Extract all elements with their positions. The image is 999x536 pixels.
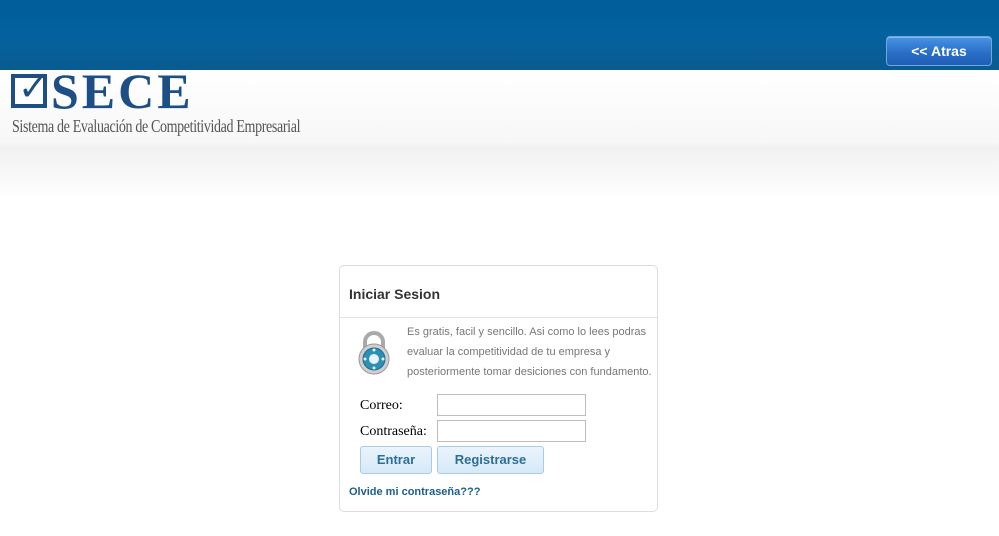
top-bar: << Atras bbox=[0, 0, 999, 70]
checkbox-logo-mark: ✓ bbox=[11, 69, 48, 109]
logo-tagline: Sistema de Evaluación de Competitividad … bbox=[12, 118, 301, 137]
lock-icon bbox=[358, 331, 390, 375]
password-label: Contraseña: bbox=[360, 424, 427, 439]
login-title: Iniciar Sesion bbox=[349, 286, 441, 302]
register-button[interactable]: Registrarse bbox=[437, 446, 544, 474]
intro-text: Es gratis, facil y sencillo. Asi como lo… bbox=[407, 326, 652, 378]
password-field[interactable] bbox=[437, 420, 586, 442]
login-panel: Iniciar Sesion Es gratis, facil y sencil… bbox=[339, 265, 658, 512]
checkmark-icon: ✓ bbox=[18, 68, 49, 109]
back-button[interactable]: << Atras bbox=[886, 36, 992, 66]
forgot-password-link[interactable]: Olvide mi contraseña??? bbox=[349, 486, 480, 498]
login-divider bbox=[340, 317, 657, 318]
email-field[interactable] bbox=[437, 394, 586, 416]
logo-wordmark: SECE bbox=[51, 63, 194, 119]
sece-logo: ✓ SECE Sistema de Evaluación de Competit… bbox=[11, 66, 301, 140]
email-label: Correo: bbox=[360, 398, 403, 413]
login-button[interactable]: Entrar bbox=[360, 446, 432, 474]
